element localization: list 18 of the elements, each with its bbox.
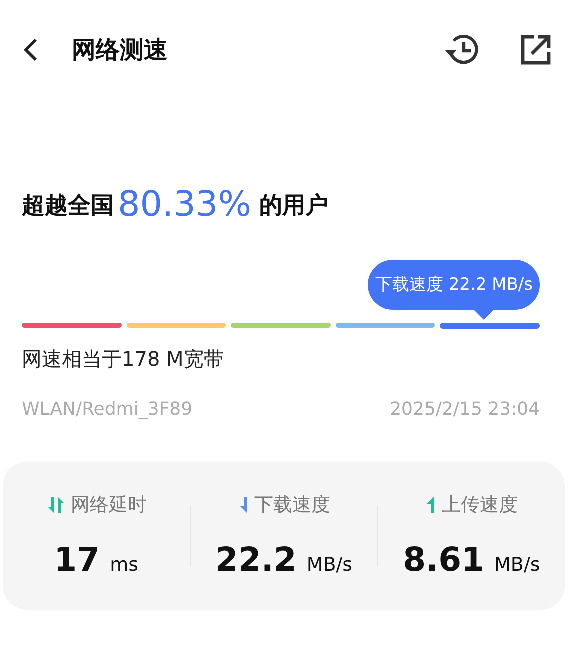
test-time: 2025/2/15 23:04 bbox=[390, 399, 540, 420]
page-title: 网络测速 bbox=[72, 35, 169, 66]
stat-unit: MB/s bbox=[306, 554, 353, 576]
share-icon[interactable] bbox=[520, 34, 552, 66]
stat-value: 17 bbox=[54, 540, 100, 578]
stat-value: 8.61 bbox=[403, 540, 485, 578]
ranking-text: 超越全国 80.33% 的用户 bbox=[22, 184, 330, 227]
stat-label: 上传速度 bbox=[442, 492, 518, 518]
stat-label: 网络延时 bbox=[70, 492, 147, 518]
stat-value: 22.2 bbox=[215, 540, 297, 578]
network-name: WLAN/Redmi_3F89 bbox=[22, 399, 193, 420]
stat-label: 下载速度 bbox=[254, 492, 330, 518]
download-icon bbox=[238, 494, 250, 514]
bandwidth-text: 网速相当于178 M宽带 bbox=[22, 346, 225, 373]
speed-tooltip: 下载速度 22.2 MB/s bbox=[368, 260, 540, 320]
latency-icon bbox=[46, 494, 66, 514]
stat-unit: ms bbox=[110, 554, 139, 576]
stat-unit: MB/s bbox=[494, 554, 540, 576]
